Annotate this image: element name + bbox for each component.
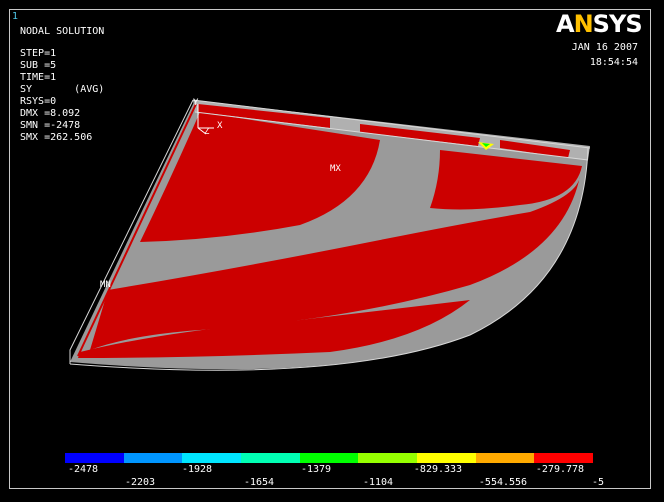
axis-z-label: Z	[204, 127, 210, 137]
legend-tick-label: -279.778	[535, 464, 585, 475]
contour-legend	[65, 453, 594, 463]
legend-tick-label: -829.333	[413, 464, 463, 475]
max-label: MX	[330, 164, 341, 174]
axis-y-label: Y	[193, 98, 199, 108]
legend-swatch	[534, 453, 594, 463]
legend-tick-label: -1104	[362, 477, 394, 488]
legend-swatch	[65, 453, 124, 463]
legend-tick-label: -1928	[181, 464, 213, 475]
legend-tick-label: -554.556	[478, 477, 528, 488]
legend-swatch	[182, 453, 242, 463]
legend-swatch	[123, 453, 183, 463]
min-label: MN	[100, 280, 111, 290]
legend-tick-label: -2203	[124, 477, 156, 488]
legend-tick-label: -1379	[300, 464, 332, 475]
legend-tick-label: -2478	[67, 464, 99, 475]
contour-model[interactable]	[0, 0, 664, 502]
legend-swatch	[358, 453, 418, 463]
legend-swatch	[417, 453, 476, 463]
legend-tick-label: -1654	[243, 477, 275, 488]
axis-x-label: X	[217, 121, 223, 131]
legend-tick-label: -5	[591, 477, 605, 488]
graphics-viewport[interactable]: 1 NODAL SOLUTION STEP=1 SUB =5 TIME=1 SY…	[0, 0, 664, 502]
legend-swatch	[241, 453, 300, 463]
legend-swatch	[475, 453, 535, 463]
legend-swatch	[299, 453, 359, 463]
